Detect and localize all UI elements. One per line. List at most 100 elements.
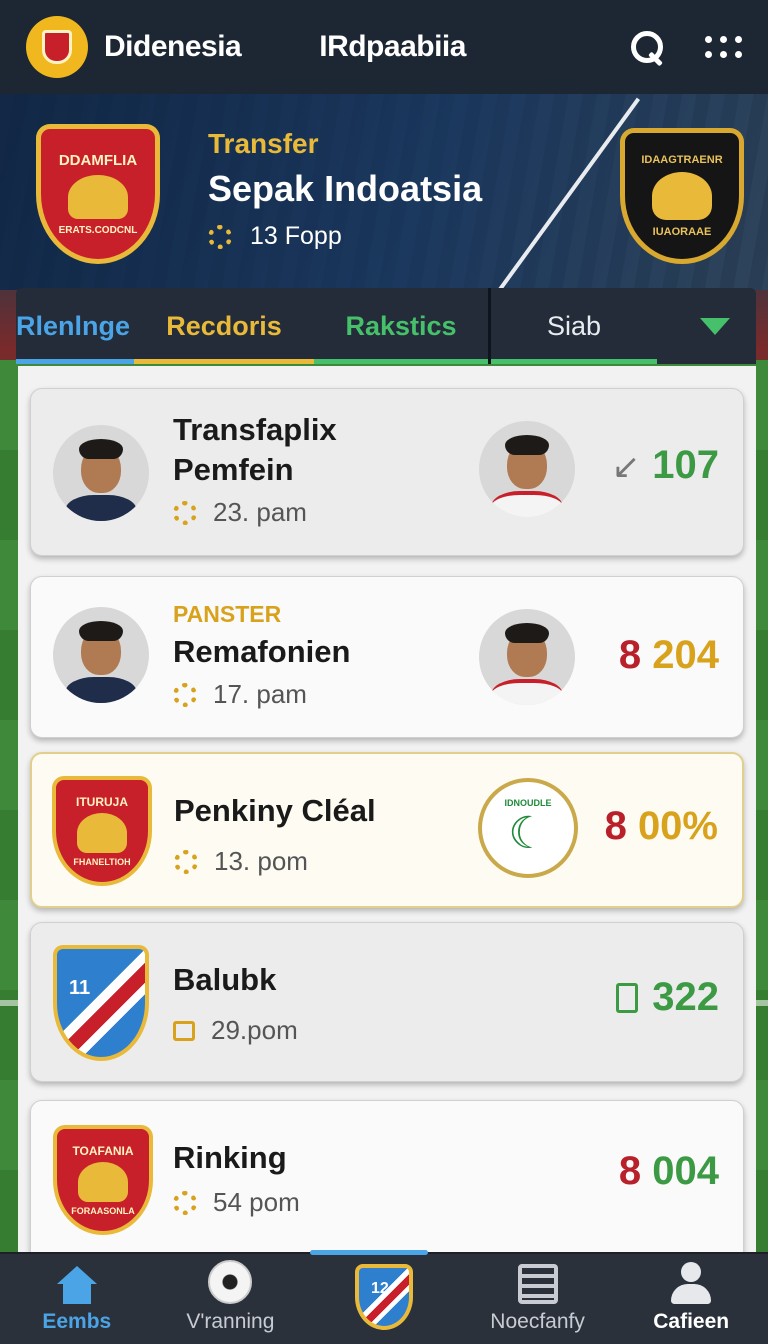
tab-4[interactable]: Siab bbox=[491, 288, 657, 364]
list-item-2[interactable]: PANSTER Remafonien 17. pam 8 204 bbox=[30, 576, 744, 738]
avatar bbox=[53, 607, 149, 703]
hero-banner[interactable]: DDAMFLIA ERATS.CODCNL Transfer Sepak Ind… bbox=[0, 94, 768, 290]
center-badge-text: 12 bbox=[370, 1280, 389, 1297]
hero-title: Sepak Indoatsia bbox=[208, 168, 483, 209]
bottom-navigation: Eembs V'ranning 12 Noecfanfy Cafieen bbox=[0, 1250, 768, 1344]
list-icon bbox=[616, 983, 639, 1013]
card-value: 8 00% bbox=[605, 804, 718, 849]
team-crest-left[interactable]: DDAMFLIA ERATS.CODCNL bbox=[36, 124, 160, 264]
gear-icon bbox=[208, 224, 232, 249]
transfer-list: Transfaplix Pemfein 23. pam ↙ 107 PANSTER… bbox=[18, 366, 756, 1254]
card-title: Rinking bbox=[173, 1140, 287, 1175]
card-title: Balubk bbox=[173, 962, 277, 997]
card-meta: 17. pam bbox=[173, 679, 307, 710]
badge-left-text: ITURUJA bbox=[75, 795, 128, 809]
card-value-b: 004 bbox=[652, 1149, 719, 1193]
app-title: Didenesia bbox=[104, 30, 242, 63]
badge-left-bottom: FHANELTIOH bbox=[73, 857, 131, 867]
list-item-5[interactable]: TOAFANIA FORAASONLA Rinking 54 pom 8 004 bbox=[30, 1100, 744, 1254]
card-title: Remafonien bbox=[173, 634, 351, 669]
player-avatar bbox=[479, 609, 575, 705]
badge-left-bottom: FORAASONLA bbox=[71, 1206, 135, 1216]
hero-meta: 13 Fopp bbox=[208, 222, 482, 251]
crest-right-text: IDAAGTRAENR bbox=[641, 154, 723, 166]
nav-label: Noecfanfy bbox=[490, 1310, 585, 1333]
gear-icon bbox=[173, 1190, 197, 1215]
news-icon bbox=[517, 1264, 558, 1304]
player-avatar bbox=[479, 421, 575, 517]
card-meta-text: 54 pom bbox=[213, 1187, 300, 1217]
card-meta-text: 17. pam bbox=[213, 679, 307, 709]
chevron-down-icon[interactable] bbox=[700, 317, 730, 335]
soccer-ball-icon bbox=[208, 1260, 253, 1304]
card-title: Penkiny Cléal bbox=[174, 793, 376, 828]
crest-left-text: DDAMFLIA bbox=[58, 152, 138, 169]
card-meta-text: 23. pam bbox=[213, 497, 307, 527]
club-badge-left: ITURUJA FHANELTIOH bbox=[52, 776, 152, 886]
top-app-bar: Didenesia IRdpaabiia bbox=[0, 0, 768, 94]
card-value: 8 004 bbox=[619, 1149, 719, 1194]
badge-left-text: TOAFANIA bbox=[72, 1144, 134, 1158]
image-icon bbox=[173, 1020, 195, 1041]
nav-label: V'ranning bbox=[186, 1310, 275, 1333]
tab-3[interactable]: Rakstics bbox=[314, 288, 488, 364]
card-value: ↙ 107 bbox=[612, 443, 719, 488]
tab-1[interactable]: Rlenlnge bbox=[16, 288, 134, 364]
nav-item-ranking[interactable]: V'ranning bbox=[154, 1252, 308, 1344]
badge-left-text: 11 bbox=[69, 977, 91, 999]
card-value-number: 322 bbox=[652, 975, 719, 1019]
card-meta: 29.pom bbox=[173, 1015, 298, 1046]
nav-item-news[interactable]: Noecfanfy bbox=[461, 1252, 615, 1344]
card-value-number: 107 bbox=[652, 443, 719, 487]
crescent-icon: ☾ bbox=[508, 808, 548, 858]
badge-right-text: IDNOUDLE bbox=[504, 797, 552, 808]
nav-item-home[interactable]: Eembs bbox=[0, 1252, 154, 1344]
card-value-a: 8 bbox=[618, 1149, 642, 1193]
card-kicker: PANSTER bbox=[173, 601, 282, 627]
app-subtitle[interactable]: IRdpaabiia bbox=[319, 30, 466, 64]
tab-bar: Rlenlnge Recdoris Rakstics Siab bbox=[16, 288, 756, 364]
club-badge-left: 11 bbox=[53, 945, 149, 1061]
card-title-line2: Pemfein bbox=[173, 452, 294, 487]
gear-icon bbox=[174, 849, 198, 874]
garuda-icon bbox=[68, 175, 128, 219]
card-value: 322 bbox=[616, 975, 719, 1020]
card-meta: 13. pom bbox=[174, 846, 308, 877]
card-value: 8 204 bbox=[619, 633, 719, 678]
club-badge-right: IDNOUDLE ☾ bbox=[478, 778, 578, 878]
list-item-1[interactable]: Transfaplix Pemfein 23. pam ↙ 107 bbox=[30, 388, 744, 556]
club-badge-left: TOAFANIA FORAASONLA bbox=[53, 1125, 153, 1235]
list-item-4[interactable]: 11 Balubk 29.pom 322 bbox=[30, 922, 744, 1082]
hero-meta-text: 13 Fopp bbox=[250, 222, 342, 250]
search-icon[interactable] bbox=[629, 29, 665, 65]
list-item-3[interactable]: ITURUJA FHANELTIOH Penkiny Cléal 13. pom… bbox=[30, 752, 744, 908]
card-meta: 23. pam bbox=[173, 497, 307, 528]
nav-label: Eembs bbox=[42, 1310, 112, 1333]
crest-left-bottom: ERATS.CODCNL bbox=[58, 225, 138, 236]
nav-item-profile[interactable]: Cafieen bbox=[614, 1252, 768, 1344]
eagle-icon bbox=[652, 172, 712, 220]
more-options-icon[interactable] bbox=[705, 36, 742, 58]
card-value-b: 204 bbox=[652, 633, 719, 677]
card-value-b: 00% bbox=[637, 804, 718, 848]
hero-divider bbox=[483, 97, 641, 290]
card-value-a: 8 bbox=[618, 633, 642, 677]
tab-2[interactable]: Recdoris bbox=[134, 288, 314, 364]
card-meta-text: 29.pom bbox=[211, 1015, 298, 1045]
profile-icon bbox=[669, 1262, 713, 1304]
avatar bbox=[53, 425, 149, 521]
card-meta-text: 13. pom bbox=[214, 846, 308, 876]
card-value-a: 8 bbox=[604, 804, 627, 848]
logo-shield-icon bbox=[42, 30, 72, 64]
gear-icon bbox=[173, 500, 197, 525]
club-badge-icon: 12 bbox=[354, 1264, 413, 1330]
team-crest-right[interactable]: IDAAGTRAENR IUAORAAE bbox=[620, 128, 744, 264]
nav-label: Cafieen bbox=[653, 1310, 730, 1333]
nav-item-center[interactable]: 12 bbox=[307, 1252, 461, 1344]
crest-right-bottom: IUAORAAE bbox=[652, 226, 712, 238]
app-logo[interactable] bbox=[26, 16, 88, 78]
trend-icon: ↙ bbox=[611, 448, 641, 486]
card-meta: 54 pom bbox=[173, 1187, 300, 1218]
card-title-line1: Transfaplix bbox=[173, 412, 337, 447]
home-icon bbox=[56, 1266, 97, 1304]
